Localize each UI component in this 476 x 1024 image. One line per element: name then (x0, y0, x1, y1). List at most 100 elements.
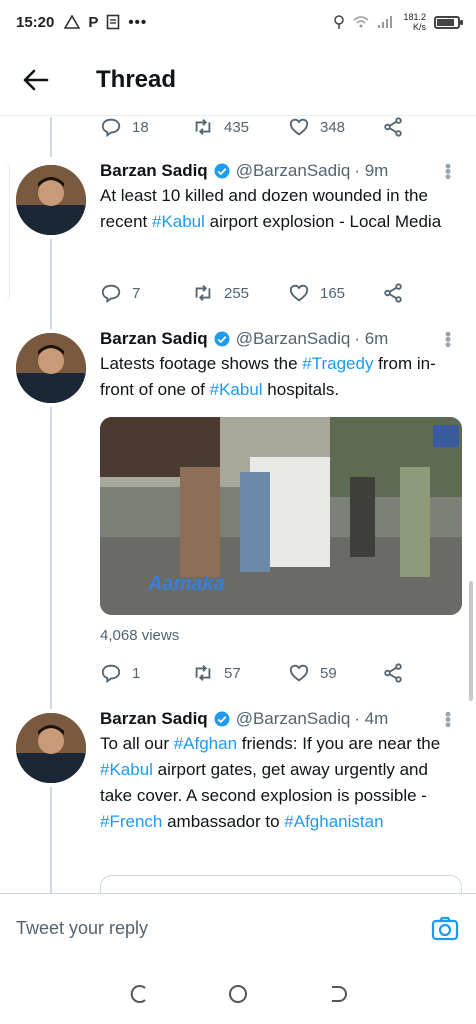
tweet-actions: 1 57 59 (100, 661, 420, 685)
share-button[interactable] (382, 662, 404, 684)
reply-icon (101, 118, 121, 138)
wifi-icon (353, 16, 369, 28)
reply-count: 1 (132, 664, 141, 682)
verified-badge-icon (214, 163, 230, 179)
battery-level (437, 18, 454, 26)
warning-triangle-icon (64, 15, 81, 29)
retweet-count: 255 (224, 284, 250, 302)
share-icon (384, 117, 402, 137)
tweet-video[interactable]: Aamaka (100, 417, 462, 615)
recents-button[interactable] (127, 982, 151, 1006)
network-speed: 181.2 K/s (403, 12, 426, 32)
reply-button[interactable]: 18 (100, 117, 192, 138)
display-name[interactable]: Barzan Sadiq (100, 709, 208, 729)
scrollbar-thumb[interactable] (469, 581, 473, 701)
retweet-count: 57 (224, 664, 241, 682)
status-bar: 15:20 P ••• 181.2 K/s (0, 0, 476, 44)
verified-badge-icon (214, 711, 230, 727)
app-header: Thread (0, 44, 476, 116)
hashtag-link[interactable]: #Kabul (100, 760, 153, 779)
profile-photo (16, 713, 86, 783)
share-button[interactable] (382, 282, 404, 304)
like-button[interactable]: 348 (288, 117, 382, 138)
tweet-text-segment: To all our (100, 734, 174, 753)
hashtag-link[interactable]: #Kabul (152, 212, 205, 231)
verified-badge-icon (214, 331, 230, 347)
status-time: 15:20 (16, 13, 55, 31)
hashtag-link[interactable]: #French (100, 812, 162, 831)
retweet-button[interactable]: 57 (192, 662, 288, 684)
alarm-icon (334, 15, 345, 29)
retweet-icon (195, 119, 211, 135)
tweet-text: At least 10 killed and dozen wounded in … (100, 183, 458, 235)
like-count: 165 (320, 284, 346, 302)
hashtag-link[interactable]: #Kabul (210, 380, 263, 399)
p-icon: P (88, 13, 99, 31)
reply-count: 7 (132, 284, 141, 302)
share-button[interactable] (382, 117, 404, 138)
reply-icon (101, 664, 121, 684)
side-panel-edge (0, 162, 10, 302)
tweet-text: To all our #Afghan friends: If you are n… (100, 731, 458, 835)
signal-icon (378, 16, 393, 28)
thread-connector (50, 787, 52, 893)
reply-input[interactable]: Tweet your reply (16, 918, 148, 939)
user-handle: @BarzanSadiq (235, 161, 351, 180)
profile-photo (16, 333, 86, 403)
more-options-icon[interactable]: ••• (437, 331, 458, 347)
home-button[interactable] (226, 982, 250, 1006)
retweet-count: 435 (224, 118, 250, 136)
display-name[interactable]: Barzan Sadiq (100, 161, 208, 181)
retweet-button[interactable]: 435 (192, 117, 288, 138)
retweet-icon (195, 665, 211, 681)
avatar[interactable] (16, 165, 86, 235)
tweet-text-segment: hospitals. (262, 380, 340, 399)
tweet-text-segment: Latests footage shows the (100, 354, 303, 373)
battery-icon (434, 15, 463, 29)
tweet-header: Barzan Sadiq @BarzanSadiq · 4m ••• (100, 709, 458, 729)
view-count: 4,068 views (100, 627, 180, 644)
like-count: 348 (320, 118, 346, 136)
tweet-text-segment: ambassador to (162, 812, 285, 831)
avatar[interactable] (16, 333, 86, 403)
thread-connector (50, 117, 52, 157)
tweet-actions-previous: 18 435 348 (100, 117, 420, 138)
like-button[interactable]: 59 (288, 662, 382, 684)
user-handle: @BarzanSadiq (235, 329, 351, 348)
reply-button[interactable]: 1 (100, 662, 192, 684)
share-icon (384, 663, 402, 683)
hashtag-link[interactable]: #Tragedy (302, 354, 373, 373)
retweet-button[interactable]: 255 (192, 282, 288, 304)
page-title: Thread (96, 65, 177, 93)
tweet-time: · 4m (354, 709, 389, 728)
back-button[interactable] (0, 44, 72, 116)
reply-count: 18 (132, 118, 149, 136)
hashtag-link[interactable]: #Afghanistan (284, 812, 383, 831)
tweet-text-segment: airport explosion - Local Media (204, 212, 442, 231)
avatar[interactable] (16, 713, 86, 783)
profile-photo (16, 165, 86, 235)
display-name[interactable]: Barzan Sadiq (100, 329, 208, 349)
heart-icon (289, 118, 309, 136)
like-button[interactable]: 165 (288, 282, 382, 304)
more-options-icon[interactable]: ••• (437, 163, 458, 179)
camera-icon[interactable] (430, 914, 460, 944)
hashtag-link[interactable]: #Afghan (174, 734, 237, 753)
tweet-header: Barzan Sadiq @BarzanSadiq · 6m ••• (100, 329, 458, 349)
system-nav-bar (0, 963, 476, 1024)
tweet-time: · 9m (354, 161, 389, 180)
reply-button[interactable]: 7 (100, 282, 192, 304)
back-nav-button[interactable] (325, 982, 349, 1006)
video-watermark: Aamaka (148, 573, 225, 595)
tweet-text: Latests footage shows the #Tragedy from … (100, 351, 458, 403)
more-options-icon[interactable]: ••• (437, 711, 458, 727)
arrow-left-icon (23, 69, 49, 90)
thread-connector (50, 239, 52, 329)
notification-icons: P ••• (64, 14, 147, 31)
tweet-actions: 7 255 165 (100, 281, 420, 305)
tweet-header: Barzan Sadiq @BarzanSadiq · 9m ••• (100, 161, 458, 181)
quoted-tweet-card[interactable] (100, 875, 462, 893)
thread-feed[interactable]: 18 435 348 Barzan Sadiq @BarzanSadiq · 9… (0, 117, 476, 893)
user-handle: @BarzanSadiq (235, 709, 351, 728)
heart-icon (289, 284, 309, 302)
